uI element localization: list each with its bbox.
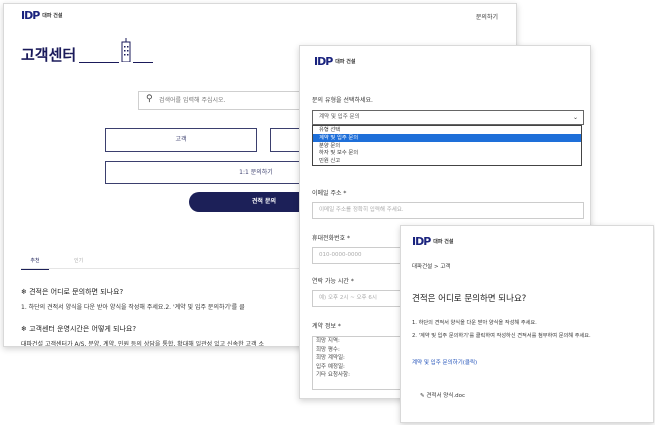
- brand-logo[interactable]: IDP 대파 건설: [21, 9, 62, 22]
- brand-mark: IDP: [21, 9, 40, 22]
- inquiry-link[interactable]: 계약 및 입주 문의하기(클릭): [412, 358, 477, 366]
- tab-recommended-label: 추천: [30, 258, 40, 264]
- customer-button[interactable]: 고객: [105, 128, 257, 152]
- faq-detail-title: 견적은 어디로 문의하면 되나요?: [412, 294, 527, 304]
- phone-label: 휴대전화번호 *: [312, 235, 351, 242]
- faq-detail-window: IDP 대파 건설 대파건설 > 고객 견적은 어디로 문의하면 되나요? 1.…: [400, 225, 654, 423]
- inquiry-type-select[interactable]: 계약 및 입주 문의 ⌄: [312, 110, 584, 125]
- faq-answer: 1. 하단의 견적서 양식을 다운 받아 양식을 작성해 주세요.2. '계약 …: [21, 304, 245, 311]
- faq-question-text: 견적은 어디로 문의하면 되나요?: [29, 288, 124, 296]
- pin-icon: ❄: [21, 325, 30, 333]
- faq-answer: 대파건설 고객센터가 A/S, 분양, 계약, 민원 등의 상담을 통합, 확대…: [21, 341, 264, 347]
- brand-name: 대파 건설: [433, 239, 454, 245]
- inquiry-type-value: 계약 및 입주 문의: [319, 114, 360, 120]
- dropdown-option[interactable]: 민원 신고: [313, 157, 581, 165]
- attachment-file[interactable]: ✎ 견적서 양식.doc: [420, 391, 465, 399]
- inquiry-type-label: 문의 유형을 선택하세요.: [312, 97, 373, 104]
- brand-name: 대파 건설: [42, 13, 63, 19]
- building-icon: [121, 38, 131, 62]
- tab-popular-label: 인기: [74, 258, 84, 264]
- dropdown-option-selected[interactable]: 계약 및 입주 문의: [313, 133, 581, 142]
- contact-time-label: 연락 가능 시간 *: [312, 278, 354, 285]
- dropdown-option[interactable]: 하자 및 보수 문의: [313, 149, 581, 157]
- email-label: 이메일 주소 *: [312, 190, 347, 197]
- faq-question-text: 고객센터 운영시간은 어떻게 되나요?: [29, 325, 137, 333]
- title-underline-right: [133, 62, 153, 63]
- search-icon: ⚲: [146, 94, 153, 104]
- detail-line: 1. 하단의 견적서 양식을 다운 받아 양식을 작성해 주세요.: [412, 320, 537, 326]
- breadcrumb[interactable]: 대파건설 > 고객: [412, 262, 450, 270]
- brand-logo[interactable]: IDP 대파 건설: [412, 235, 453, 248]
- faq-question[interactable]: ❄ 고객센터 운영시간은 어떻게 되나요?: [21, 324, 136, 334]
- chevron-down-icon: ⌄: [572, 114, 578, 121]
- attachment-file-name: 견적서 양식.doc: [426, 393, 466, 399]
- inquiry-type-dropdown: 유형 선택 계약 및 입주 문의 분양 문의 하자 및 보수 문의 민원 신고: [312, 125, 582, 166]
- header-inquiry-link[interactable]: 문의하기: [476, 12, 498, 21]
- dropdown-option[interactable]: 분양 문의: [313, 142, 581, 150]
- faq-question[interactable]: ❄ 견적은 어디로 문의하면 되나요?: [21, 287, 123, 297]
- detail-line: 2. '계약 및 입주 문의하기'를 클릭하여 작성하신 견적서를 첨부하여 문…: [412, 333, 591, 339]
- brand-logo[interactable]: IDP 대파 건설: [314, 55, 355, 68]
- pin-icon: ❄: [21, 288, 30, 296]
- contract-info-label: 계약 정보 *: [312, 323, 341, 330]
- page-title: 고객센터: [21, 46, 77, 64]
- brand-mark: IDP: [412, 235, 431, 248]
- tab-popular[interactable]: 인기: [74, 257, 83, 264]
- email-field[interactable]: 이메일 주소를 정확히 입력해 주세요.: [312, 202, 584, 219]
- title-underline: [79, 62, 119, 63]
- dropdown-option[interactable]: 유형 선택: [313, 126, 581, 134]
- brand-mark: IDP: [314, 55, 333, 68]
- brand-name: 대파 건설: [335, 59, 356, 65]
